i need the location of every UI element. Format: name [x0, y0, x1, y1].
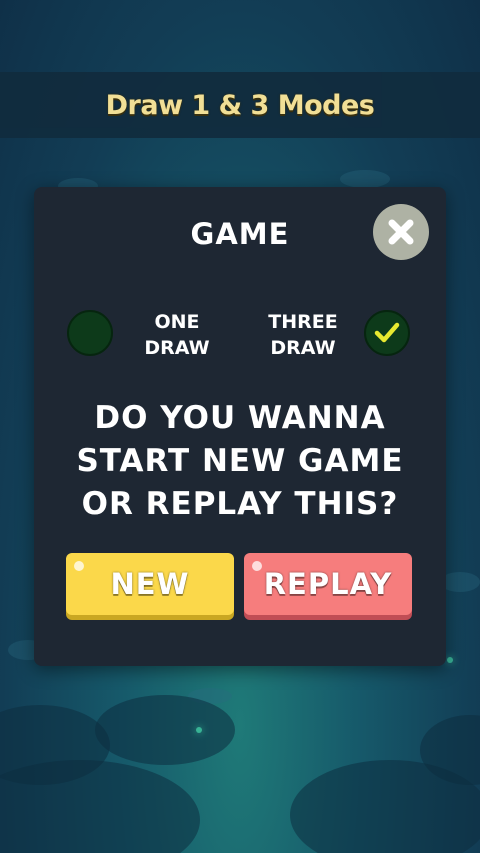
three-draw-label-line1: THREE [268, 311, 338, 333]
background-cloud [440, 572, 480, 592]
button-shine [252, 561, 262, 571]
game-dialog: GAME ONE DRAW THREE DRAW DO YOU WANNA ST… [34, 187, 446, 666]
three-draw-label[interactable]: THREE DRAW [248, 309, 358, 361]
one-draw-label[interactable]: ONE DRAW [122, 309, 232, 361]
confirm-question: DO YOU WANNA START NEW GAME OR REPLAY TH… [76, 400, 404, 522]
new-game-button[interactable]: NEW [66, 553, 234, 615]
one-draw-label-line2: DRAW [144, 337, 210, 359]
one-draw-radio[interactable] [67, 310, 113, 356]
firefly-dot [196, 727, 202, 733]
background-cloud [340, 170, 390, 188]
close-button[interactable] [373, 204, 429, 260]
replay-button[interactable]: REPLAY [244, 553, 412, 615]
background-cloud [0, 760, 200, 853]
replay-button-label: REPLAY [263, 567, 393, 601]
firefly-dot [447, 657, 453, 663]
three-draw-radio[interactable] [364, 310, 410, 356]
close-x-icon [388, 219, 414, 245]
banner-title: Draw 1 & 3 Modes [105, 89, 375, 121]
button-shine [74, 561, 84, 571]
new-button-label: NEW [110, 567, 190, 601]
top-banner: Draw 1 & 3 Modes [0, 72, 480, 138]
one-draw-label-line1: ONE [154, 311, 200, 333]
background-cloud [95, 695, 235, 765]
three-draw-label-line2: DRAW [270, 337, 336, 359]
checkmark-icon [374, 322, 400, 343]
